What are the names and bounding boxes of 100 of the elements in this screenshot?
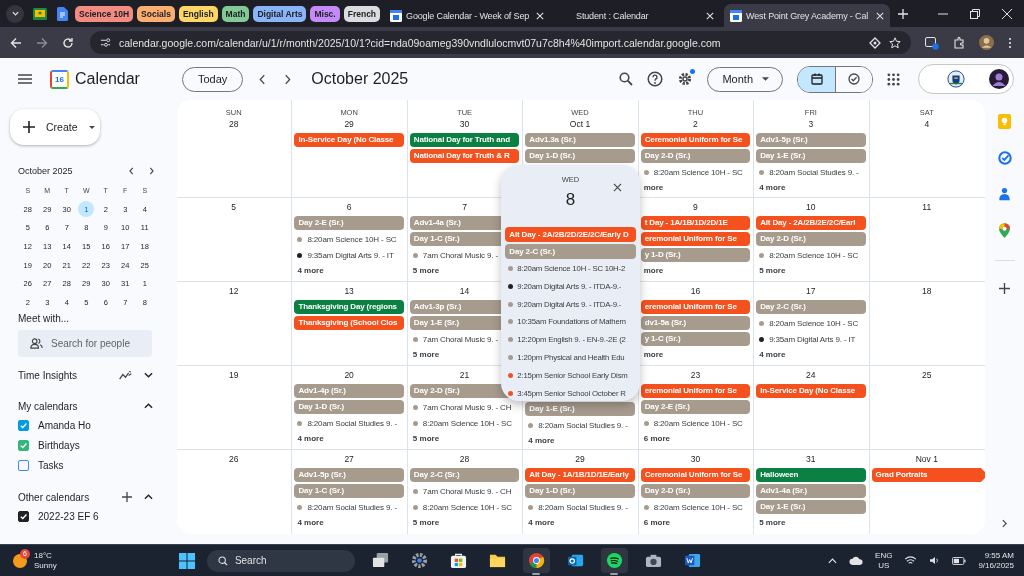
event-title[interactable]: 8:20am Science 10H - SC: [422, 502, 512, 512]
date-number[interactable]: 23: [640, 370, 751, 380]
menu-icon[interactable]: [18, 74, 32, 84]
docs-tab-icon[interactable]: [57, 6, 68, 21]
wifi-icon[interactable]: [904, 556, 918, 565]
event-title[interactable]: 8:20am Social Studies 9. -: [307, 418, 397, 428]
site-settings-icon[interactable]: [100, 37, 111, 48]
event-chip[interactable]: Halloween: [756, 468, 866, 482]
event-title[interactable]: 7am Choral Music 9. -: [422, 334, 498, 344]
more-link[interactable]: 5 more: [756, 264, 866, 277]
more-link[interactable]: more: [640, 264, 751, 277]
mail-icon[interactable]: [566, 552, 584, 569]
event-title[interactable]: 9:35am Digital Arts 9. - IT: [769, 334, 856, 344]
settings-icon[interactable]: [410, 552, 428, 569]
date-number[interactable]: 29: [525, 454, 635, 464]
bookmark-star-icon[interactable]: [889, 36, 901, 49]
tab-group-label[interactable]: Digital Arts: [253, 5, 307, 22]
date-number[interactable]: 6: [294, 202, 404, 212]
forward-icon[interactable]: [36, 36, 48, 49]
date-number[interactable]: 17: [756, 286, 866, 296]
taskbar-button[interactable]: [600, 548, 628, 573]
more-link[interactable]: 5 more: [409, 432, 520, 445]
more-link[interactable]: 5 more: [756, 516, 866, 529]
chevron-icon[interactable]: [144, 372, 153, 379]
date-number[interactable]: 27: [294, 454, 404, 464]
chevron-up-icon[interactable]: [828, 557, 838, 564]
back-icon[interactable]: [10, 36, 22, 49]
more-link[interactable]: more: [640, 348, 751, 361]
event-title[interactable]: 8:20am Social Studies 9. -: [538, 502, 628, 512]
lens-icon[interactable]: [869, 36, 881, 49]
date-number[interactable]: 28: [179, 119, 289, 129]
event-title[interactable]: 8:20am Social Studies 9. -: [307, 502, 397, 512]
next-icon[interactable]: [149, 167, 154, 175]
date-number[interactable]: 11: [871, 202, 982, 212]
store-bag-icon[interactable]: [449, 552, 467, 569]
calendar-view-button[interactable]: [798, 66, 835, 92]
battery-icon[interactable]: [952, 556, 967, 565]
date-number[interactable]: 9: [640, 202, 751, 212]
date-number[interactable]: 19: [179, 370, 289, 380]
event-title[interactable]: 8:20am Science 10H - SC: [653, 418, 743, 428]
more-link[interactable]: 4 more: [294, 432, 404, 445]
date-number[interactable]: 28: [409, 454, 520, 464]
profile-avatar-icon[interactable]: [979, 35, 994, 50]
date-number[interactable]: 10: [756, 202, 866, 212]
new-tab-icon[interactable]: [898, 8, 909, 19]
event-title[interactable]: 8:20am Social Studies 9. -: [769, 167, 859, 177]
event-title[interactable]: 8:20am Science 10H - SC: [653, 167, 743, 177]
tab-group-label[interactable]: Math: [221, 5, 250, 22]
close-icon[interactable]: [612, 183, 622, 192]
event-title[interactable]: 8:20am Science 10H - SC: [769, 250, 859, 260]
classroom-tab-icon[interactable]: [33, 7, 47, 20]
region-label[interactable]: US: [878, 560, 890, 571]
browser-tab[interactable]: West Point Grey Academy - Cal: [724, 4, 891, 27]
event-chip[interactable]: Thanksgiving Day (regions: [294, 300, 404, 314]
language-label[interactable]: ENG: [875, 550, 893, 561]
tab-group-label[interactable]: Science 10H: [75, 5, 134, 22]
date-number[interactable]: 2: [640, 119, 751, 129]
date-number[interactable]: 29: [294, 119, 404, 129]
event-title[interactable]: 8:20am Science 10H - SC: [422, 418, 512, 428]
search-people-field[interactable]: Search for people: [18, 329, 152, 357]
camera-icon[interactable]: [644, 552, 662, 569]
date-number[interactable]: 18: [871, 286, 982, 296]
avatar-icon[interactable]: [989, 69, 1009, 89]
task-view-icon[interactable]: [371, 552, 389, 569]
more-link[interactable]: 4 more: [525, 516, 635, 529]
date-number[interactable]: 25: [871, 370, 982, 380]
extension-badge-icon[interactable]: [925, 35, 939, 50]
date-number[interactable]: 30: [409, 119, 520, 129]
more-link[interactable]: 6 more: [640, 432, 751, 445]
tab-group-label[interactable]: Socials: [137, 5, 175, 22]
date-number[interactable]: 31: [756, 454, 866, 464]
tab-group-label[interactable]: English: [178, 5, 218, 22]
previous-icon[interactable]: [129, 167, 134, 175]
help-icon[interactable]: [647, 71, 664, 87]
date-number[interactable]: 12: [179, 286, 289, 296]
tab-group-label[interactable]: French: [343, 5, 381, 22]
event-title[interactable]: 8:20am Science 10H - SC: [769, 318, 859, 328]
search-icon[interactable]: [619, 72, 634, 86]
previous-icon[interactable]: [259, 73, 267, 85]
folder-icon[interactable]: [488, 552, 506, 569]
date-number[interactable]: 24: [756, 370, 866, 380]
today-button[interactable]: Today: [181, 66, 244, 92]
add-icon[interactable]: [999, 283, 1010, 294]
tasks-icon[interactable]: [997, 151, 1012, 165]
date-number[interactable]: Nov 1: [871, 454, 982, 464]
volume-icon[interactable]: [929, 556, 941, 565]
create-button[interactable]: Create: [10, 109, 100, 145]
apps-grid-icon[interactable]: [887, 72, 900, 86]
date-number[interactable]: 3: [756, 119, 866, 129]
more-link[interactable]: more: [640, 181, 751, 194]
date-number[interactable]: Oct 1: [525, 119, 635, 129]
browser-tab[interactable]: Student : Calendar: [554, 4, 721, 27]
clock-date[interactable]: 9/16/2025: [978, 560, 1014, 571]
date-number[interactable]: 13: [294, 286, 404, 296]
event-title[interactable]: 9:35am Digital Arts 9. - IT: [307, 250, 394, 260]
date-number[interactable]: 26: [179, 454, 289, 464]
reload-icon[interactable]: [62, 36, 74, 49]
add-icon[interactable]: [122, 492, 132, 503]
more-link[interactable]: 4 more: [756, 348, 866, 361]
chevron-icon[interactable]: [144, 403, 153, 410]
